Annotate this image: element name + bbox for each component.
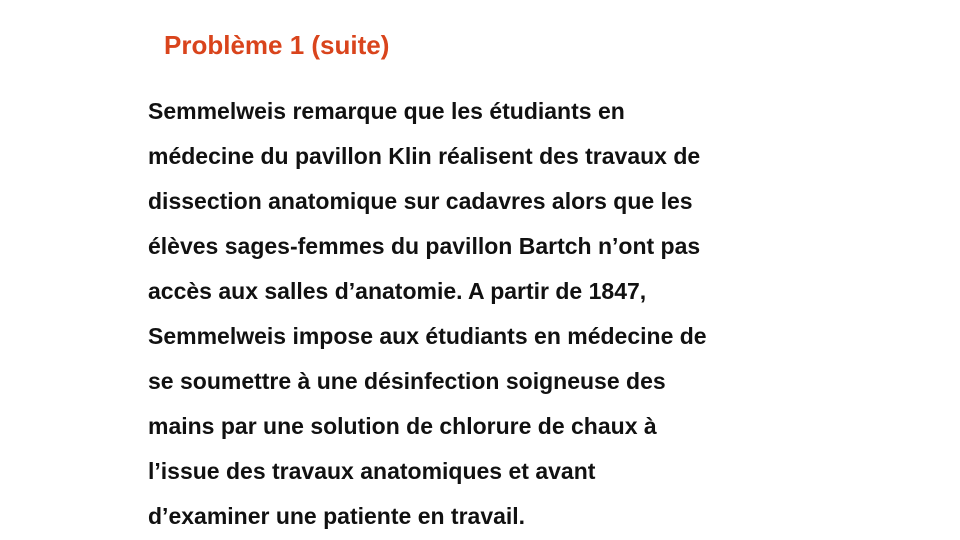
body-line: Semmelweis impose aux étudiants en médec… <box>148 323 707 349</box>
slide-title: Problème 1 (suite) <box>164 30 390 60</box>
body-line: d’examiner une patiente en travail. <box>148 503 526 529</box>
body-line: médecine du pavillon Klin réalisent des … <box>148 143 701 169</box>
body-line: élèves sages-femmes du pavillon Bartch n… <box>148 233 701 259</box>
slide-body: Semmelweis remarque que les étudiants en… <box>148 89 848 539</box>
slide: Problème 1 (suite) Semmelweis remarque q… <box>0 0 960 540</box>
body-line: accès aux salles d’anatomie. A partir de… <box>148 278 647 304</box>
body-line: se soumettre à une désinfection soigneus… <box>148 368 666 394</box>
body-line: l’issue des travaux anatomiques et avant <box>148 458 596 484</box>
body-line: dissection anatomique sur cadavres alors… <box>148 188 693 214</box>
body-line: Semmelweis remarque que les étudiants en <box>148 98 625 124</box>
body-line: mains par une solution de chlorure de ch… <box>148 413 657 439</box>
